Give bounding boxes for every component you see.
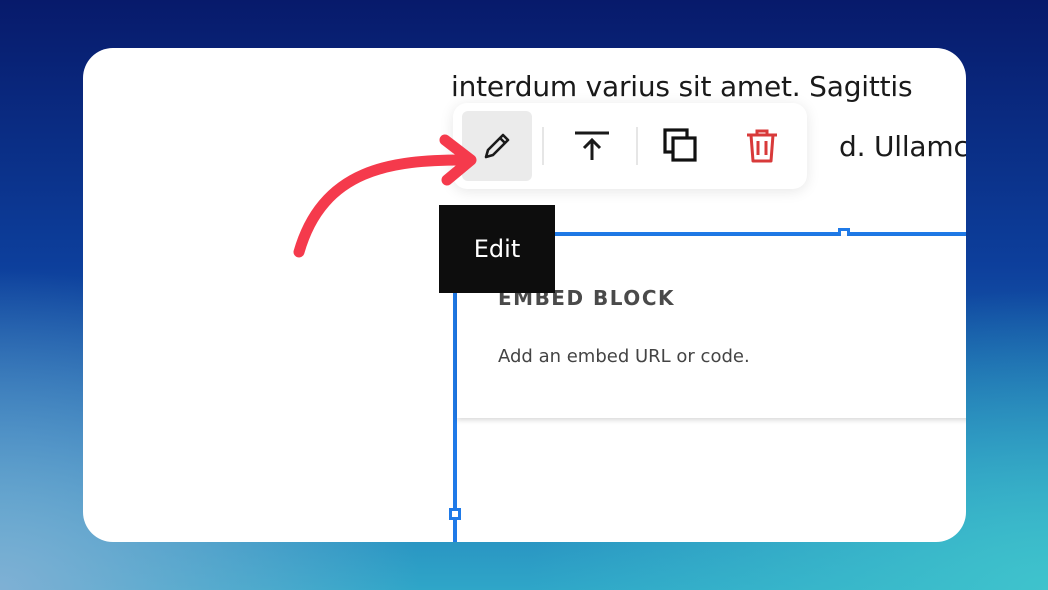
move-to-top-button[interactable] bbox=[557, 111, 627, 181]
edit-tooltip: Edit bbox=[439, 205, 555, 293]
resize-handle-left[interactable] bbox=[449, 508, 461, 520]
body-text-line: d. Ullamco bbox=[839, 130, 966, 163]
edit-button[interactable] bbox=[462, 111, 532, 181]
trash-icon bbox=[747, 129, 777, 163]
block-toolbar bbox=[453, 103, 807, 189]
move-to-top-icon bbox=[575, 131, 609, 160]
duplicate-icon bbox=[663, 128, 697, 162]
toolbar-divider bbox=[542, 127, 544, 165]
duplicate-button[interactable] bbox=[646, 111, 716, 181]
body-text-line: interdum varius sit amet. Sagittis bbox=[451, 70, 913, 103]
editor-canvas: interdum varius sit amet. Sagittis d. Ul… bbox=[83, 48, 966, 542]
toolbar-divider bbox=[636, 127, 638, 165]
pencil-icon bbox=[484, 133, 510, 159]
delete-button[interactable] bbox=[727, 111, 797, 181]
embed-block-hint: Add an embed URL or code. bbox=[498, 346, 750, 367]
